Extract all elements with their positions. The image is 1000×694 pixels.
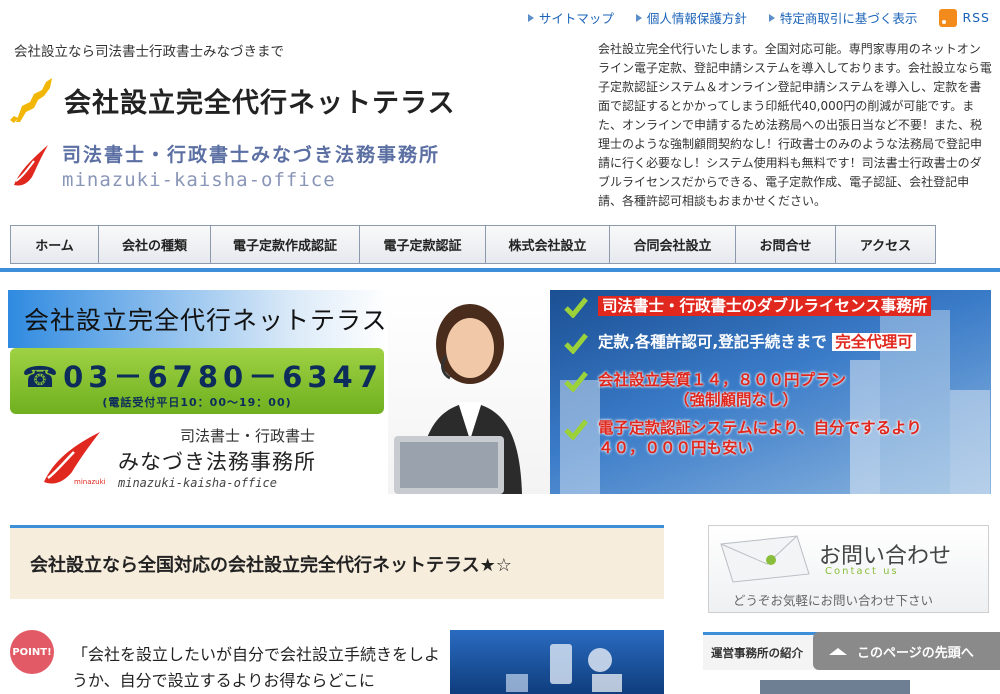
phone-number: ☎03－6780－6347 <box>22 360 383 394</box>
feature-row-3: 会社設立実質１４，８００円プラン （強制顧問なし） <box>564 370 846 410</box>
office-name: 司法書士・行政書士みなづき法務事務所 <box>62 144 441 166</box>
feature-full-agency-emphasis: 完全代理可 <box>832 333 916 351</box>
office-photo <box>760 680 910 694</box>
sidebar-heading: 運営事務所の紹介 <box>703 632 823 670</box>
devices-image <box>450 630 664 694</box>
features-panel: 司法書士・行政書士のダブルライセンス事務所 定款,各種許認可,登記手続きまで 完… <box>550 290 991 494</box>
contact-banner[interactable]: お問い合わせ Contact us どうぞお気軽にお問い合わせ下さい <box>708 525 989 613</box>
nav-electronic-articles-certification[interactable]: 電子定款認証 <box>360 226 486 263</box>
intro-text: 会社設立完全代行いたします。全国対応可能。専門家専用のネットオンライン電子定款、… <box>598 42 992 208</box>
japan-map-icon <box>10 78 52 123</box>
hero-title: 会社設立完全代行ネットテラス <box>8 290 388 348</box>
nav-contact[interactable]: お問合せ <box>736 226 836 263</box>
checkmark-icon <box>564 297 588 318</box>
hero-office-logo: minazuki 司法書士・行政書士 みなづき法務事務所 minazuki-ka… <box>38 425 316 490</box>
commerce-law-link[interactable]: 特定商取引に基づく表示 <box>768 8 917 27</box>
top-utility-links: サイトマップ 個人情報保護方針 特定商取引に基づく表示 RSS <box>527 8 990 27</box>
site-title-link[interactable]: 会社設立完全代行ネットテラス <box>8 76 455 124</box>
arrow-right-icon <box>635 13 642 22</box>
chevron-up-icon <box>829 647 847 655</box>
intro-quote: 「会社を設立したいが自分で会社設立手続きをしようか、自分で設立するよりお得ならど… <box>72 645 441 690</box>
site-tagline: 会社設立なら司法書士行政書士みなづきまで <box>14 44 284 60</box>
section-title: 会社設立なら全国対応の会社設立完全代行ネットテラス★☆ <box>10 525 664 599</box>
nav-kabushiki-setup[interactable]: 株式会社設立 <box>486 226 610 263</box>
nav-company-types[interactable]: 会社の種類 <box>99 226 211 263</box>
checkmark-icon <box>564 333 588 354</box>
nav-electronic-articles-creation[interactable]: 電子定款作成認証 <box>211 226 360 263</box>
envelope-icon <box>720 535 810 583</box>
operator-illustration <box>394 304 522 494</box>
checkmark-icon <box>564 371 588 392</box>
phone-box[interactable]: ☎03－6780－6347 (電話受付平日10：00～19：00) <box>10 348 384 414</box>
contact-subtitle: Contact us <box>825 566 899 577</box>
hero-logo-line2: みなづき法務事務所 <box>118 450 316 474</box>
feature-savings: 電子定款認証システムにより、自分でするより ４０，０００円も安い <box>598 419 922 457</box>
site-title: 会社設立完全代行ネットテラス <box>64 87 456 119</box>
office-roman-name: minazuki-kaisha-office <box>62 169 336 191</box>
operator-photo <box>388 290 550 494</box>
back-to-top-label: このページの先頭へ <box>857 645 974 661</box>
checkmark-icon <box>564 419 588 440</box>
nav-godo-setup[interactable]: 合同会社設立 <box>610 226 736 263</box>
logo-mark-text: minazuki <box>74 478 106 486</box>
feature-row-1: 司法書士・行政書士のダブルライセンス事務所 <box>564 296 932 318</box>
back-to-top-button[interactable]: このページの先頭へ <box>813 632 1000 670</box>
nav-home[interactable]: ホーム <box>11 226 99 263</box>
devices-illustration <box>506 644 622 692</box>
feature-row-2: 定款,各種許認可,登記手続きまで 完全代理可 <box>564 332 916 354</box>
feature-double-license: 司法書士・行政書士のダブルライセンス事務所 <box>598 296 932 316</box>
sitemap-link[interactable]: サイトマップ <box>527 8 614 27</box>
arrow-right-icon <box>768 13 775 22</box>
rss-link[interactable]: RSS <box>939 8 990 27</box>
phone-hours: (電話受付平日10：00～19：00) <box>102 396 292 409</box>
point-badge: POINT! <box>10 630 54 674</box>
hero-logo-line1: 司法書士・行政書士 <box>180 427 316 445</box>
leaf-logo-icon <box>14 144 48 186</box>
contact-note: どうぞお気軽にお問い合わせ下さい <box>733 593 934 608</box>
hero-banner: 会社設立完全代行ネットテラス ☎03－6780－6347 (電話受付平日10：0… <box>8 290 991 494</box>
office-logo[interactable]: 司法書士・行政書士みなづき法務事務所 minazuki-kaisha-offic… <box>10 140 440 191</box>
rss-icon <box>939 8 958 27</box>
arrow-right-icon <box>527 13 534 22</box>
feature-full-agency: 定款,各種許認可,登記手続きまで 完全代理可 <box>598 332 916 352</box>
hero-logo-roman: minazuki-kaisha-office <box>118 476 277 490</box>
global-nav: ホーム 会社の種類 電子定款作成認証 電子定款認証 株式会社設立 合同会社設立 … <box>10 225 936 264</box>
leaf-logo-icon: minazuki <box>44 431 106 486</box>
feature-price-plan: 会社設立実質１４，８００円プラン （強制顧問なし） <box>598 371 847 409</box>
privacy-policy-link[interactable]: 個人情報保護方針 <box>635 8 747 27</box>
feature-row-4: 電子定款認証システムにより、自分でするより ４０，０００円も安い <box>564 418 922 458</box>
hero-left-panel: 会社設立完全代行ネットテラス ☎03－6780－6347 (電話受付平日10：0… <box>8 290 388 494</box>
nav-access[interactable]: アクセス <box>836 226 935 263</box>
nav-divider <box>0 268 1000 272</box>
